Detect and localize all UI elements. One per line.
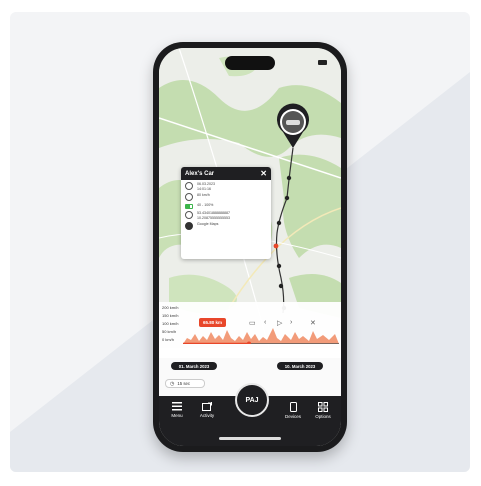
end-date-pill[interactable]: 10. March 2023 bbox=[277, 362, 323, 370]
start-date-pill[interactable]: 01. March 2023 bbox=[171, 362, 217, 370]
phone-frame: Alex's Car ✕ 06.03.2023 14:01:16 80 km/h… bbox=[153, 42, 347, 452]
device-icon bbox=[289, 402, 297, 412]
clock-icon: ◷ bbox=[170, 380, 175, 387]
selected-point bbox=[273, 243, 279, 249]
popup-row-coords: 53.43401888888887 10.20875555555553 bbox=[181, 209, 271, 220]
nav-menu-label: Menu bbox=[171, 413, 183, 418]
popup-speed: 80 km/h bbox=[197, 193, 210, 197]
nav-menu[interactable]: Menu bbox=[163, 402, 191, 418]
vehicle-info-popup: Alex's Car ✕ 06.03.2023 14:01:16 80 km/h… bbox=[181, 167, 271, 259]
popup-header: Alex's Car ✕ bbox=[181, 167, 271, 180]
popup-maps-link[interactable]: Google Maps bbox=[197, 222, 218, 227]
activity-icon bbox=[202, 402, 212, 411]
interval-value: 15 sec bbox=[177, 381, 191, 386]
popup-row-speed: 80 km/h bbox=[181, 191, 271, 201]
close-icon[interactable]: ✕ bbox=[310, 319, 316, 327]
popup-row-datetime: 06.03.2023 14:01:16 bbox=[181, 180, 271, 191]
paj-home-button[interactable]: PAJ bbox=[235, 383, 269, 417]
phone-screen: Alex's Car ✕ 06.03.2023 14:01:16 80 km/h… bbox=[159, 48, 341, 446]
popup-battery: 40 - 100% bbox=[197, 203, 214, 207]
hamburger-icon bbox=[172, 402, 182, 411]
chat-icon[interactable]: ▭ bbox=[249, 319, 256, 327]
nav-activity[interactable]: Activity bbox=[193, 402, 221, 418]
interval-selector[interactable]: ◷ 15 sec bbox=[165, 379, 205, 388]
nav-activity-label: Activity bbox=[199, 413, 215, 418]
route-point bbox=[276, 220, 282, 226]
popup-coords: 53.43401888888887 10.20875555555553 bbox=[197, 211, 230, 220]
chevron-left-icon[interactable]: ‹ bbox=[264, 319, 266, 326]
grid-icon bbox=[318, 402, 328, 412]
nav-devices[interactable]: Devices bbox=[279, 402, 307, 419]
dynamic-island bbox=[225, 56, 275, 70]
chevron-right-icon[interactable]: › bbox=[290, 319, 292, 326]
route-point bbox=[286, 175, 292, 181]
popup-title: Alex's Car bbox=[185, 170, 215, 177]
paj-logo-text: PAJ bbox=[245, 396, 259, 404]
speed-ylabel: 0 km/h bbox=[162, 337, 175, 342]
nav-devices-label: Devices bbox=[284, 414, 301, 419]
route-point bbox=[284, 195, 290, 201]
speed-ylabel: 50 km/h bbox=[162, 329, 177, 334]
globe-icon bbox=[185, 211, 193, 219]
map-pin-icon bbox=[185, 222, 193, 230]
nav-options-label: Options bbox=[315, 414, 331, 419]
route-point bbox=[276, 263, 282, 269]
speed-ylabel: 100 km/h bbox=[162, 321, 179, 326]
popup-row-battery: 40 - 100% bbox=[181, 201, 271, 209]
distance-badge: 65.80 km bbox=[199, 318, 227, 327]
nav-options[interactable]: Options bbox=[309, 402, 337, 419]
battery-icon bbox=[318, 60, 327, 65]
speed-ylabel: 200 km/h bbox=[162, 305, 179, 310]
popup-datetime: 06.03.2023 14:01:16 bbox=[197, 182, 215, 191]
route-point bbox=[278, 283, 284, 289]
speed-profile bbox=[183, 328, 339, 344]
speedometer-icon bbox=[185, 193, 193, 201]
battery-level-icon bbox=[185, 204, 193, 209]
speed-ylabel: 150 km/h bbox=[162, 313, 179, 318]
speed-chart[interactable]: 200 km/h 150 km/h 100 km/h 50 km/h 0 km/… bbox=[159, 302, 341, 358]
close-icon[interactable]: ✕ bbox=[260, 169, 267, 178]
home-indicator bbox=[219, 437, 281, 440]
play-icon[interactable]: ▷ bbox=[277, 319, 282, 327]
popup-row-maps[interactable]: Google Maps bbox=[181, 220, 271, 230]
calendar-icon bbox=[185, 182, 193, 190]
